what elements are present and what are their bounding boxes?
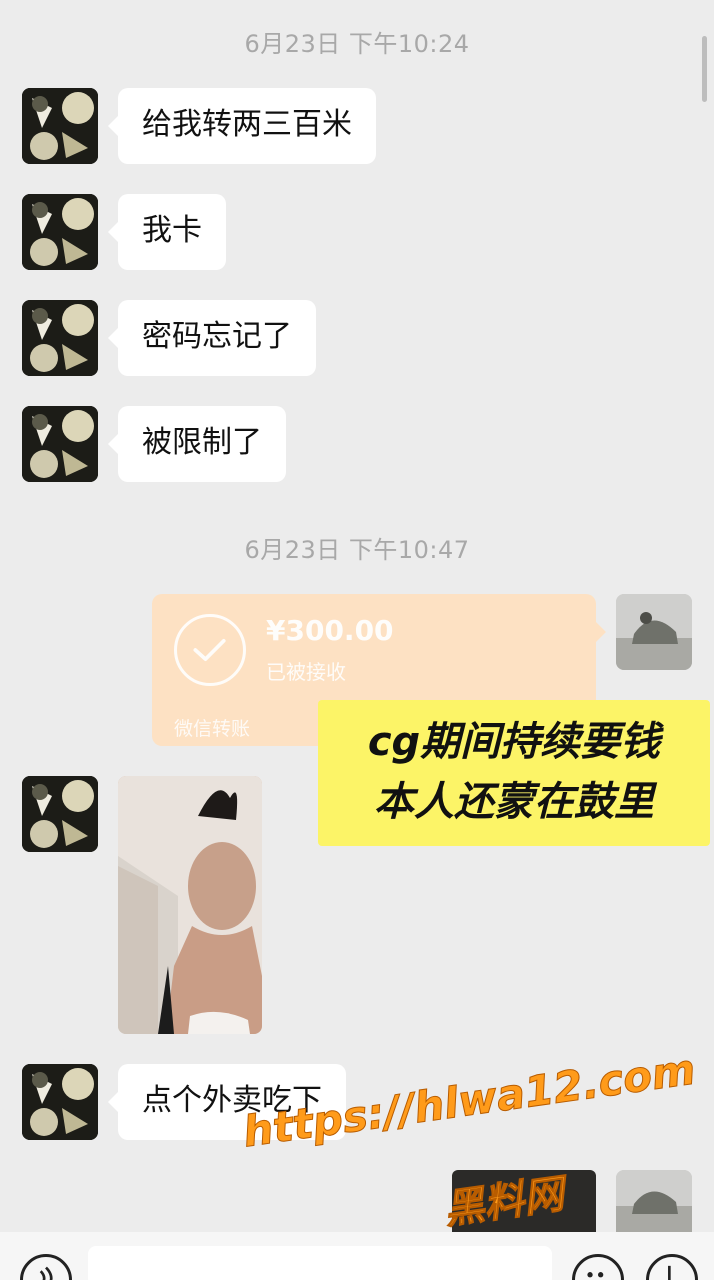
watermark-url: https://hlwa12.com [240,1044,699,1157]
self-avatar[interactable] [616,1170,692,1232]
caption-line-1: cg期间持续要钱 [367,719,661,765]
message-bubble[interactable]: 给我转两三百米 [108,88,376,164]
contact-avatar[interactable] [22,776,98,852]
timestamp: 6月23日 下午10:24 [244,30,470,58]
self-avatar[interactable] [616,594,692,670]
timestamp: 6月23日 下午10:47 [244,536,470,564]
transfer-amount: ¥300.00 [266,614,394,647]
message-bubble[interactable]: 密码忘记了 [108,300,316,376]
contact-avatar[interactable] [22,88,98,164]
photo-message[interactable] [118,776,262,1034]
transfer-label: 微信转账 [174,718,251,740]
caption-line-2: 本人还蒙在鼓里 [374,779,654,825]
plus-icon[interactable] [646,1254,698,1280]
contact-avatar[interactable] [22,194,98,270]
message-bubble[interactable]: 我卡 [108,194,226,270]
contact-avatar[interactable] [22,300,98,376]
emoji-icon[interactable] [572,1254,624,1280]
transfer-status: 已被接收 [266,660,346,684]
message-input[interactable] [88,1246,552,1280]
message-bubble[interactable]: 被限制了 [108,406,286,482]
check-icon [174,614,246,686]
caption-overlay: cg期间持续要钱 本人还蒙在鼓里 [318,700,710,846]
contact-avatar[interactable] [22,406,98,482]
voice-icon[interactable] [20,1254,72,1280]
contact-avatar[interactable] [22,1064,98,1140]
